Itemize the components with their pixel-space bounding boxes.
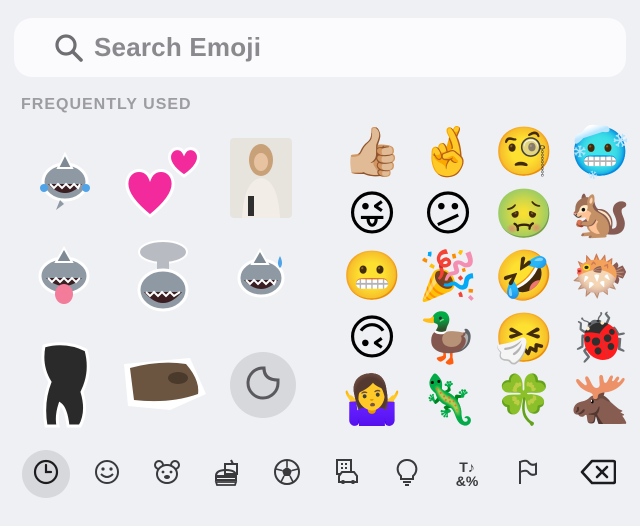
burger-drink-icon [213,458,241,491]
shark-mind-blown-sticker[interactable] [126,238,200,320]
emoji-key[interactable]: 🤞 [410,122,486,184]
sticker-grid [0,130,320,440]
emoji-key[interactable]: 😕 [410,184,486,246]
symbols-icon: T♪ &% [455,459,479,489]
building-car-icon [333,458,361,491]
emoji-key[interactable]: 🙃 [334,308,410,370]
emoji-key[interactable]: 🤧 [486,308,562,370]
dog-photo-sticker[interactable] [38,342,94,428]
flags-tab[interactable] [503,450,551,498]
person-photo-sticker[interactable] [228,136,294,220]
sticker-peel-icon [244,364,282,407]
emoji-key[interactable]: 🥶 [562,122,638,184]
clock-icon [33,459,59,490]
emoji-key[interactable]: 🫎 [562,370,638,432]
food-tab[interactable] [203,450,251,498]
backspace-icon [580,458,617,491]
recent-tab[interactable] [22,450,70,498]
emoji-key[interactable]: 😬 [334,246,410,308]
shark-tongue-sticker[interactable] [28,242,100,314]
symbols-tab[interactable]: T♪ &% [443,450,491,498]
emoji-key[interactable]: 🐿️ [562,184,638,246]
category-tab-bar: T♪ &% [0,444,640,504]
objects-tab[interactable] [383,450,431,498]
smileys-tab[interactable] [83,450,131,498]
emoji-key[interactable]: 🤣 [486,246,562,308]
search-icon [52,31,86,65]
shark-laughing-sticker[interactable] [30,144,100,214]
emoji-key[interactable]: 👍🏼 [334,122,410,184]
emoji-grid: 👍🏼 🤞 🧐 🥶 😜 😕 🤢 🐿️ 😬 🎉 🤣 🐡 🙃 🦆 🤧 🐞 🤷‍♀️ 🦎 🍀 🫎 [334,122,640,440]
emoji-key[interactable]: 😜 [334,184,410,246]
emoji-key[interactable]: 🐞 [562,308,638,370]
emoji-key[interactable]: 🤷‍♀️ [334,370,410,432]
search-placeholder: Search Emoji [94,32,262,62]
delete-key[interactable] [574,450,622,498]
emoji-key[interactable]: 🍀 [486,370,562,432]
emoji-key[interactable]: 🦆 [410,308,486,370]
smiley-icon [94,459,120,490]
activity-tab[interactable] [263,450,311,498]
shark-sweat-sticker[interactable] [226,242,296,314]
animals-tab[interactable] [143,450,191,498]
emoji-key[interactable]: 🐡 [562,246,638,308]
bear-icon [153,459,181,490]
emoji-search-field[interactable]: Search Emoji [14,18,626,77]
lightbulb-icon [395,458,419,491]
emoji-key[interactable]: 🤢 [486,184,562,246]
add-sticker-button[interactable] [230,352,296,418]
flag-icon [515,458,539,491]
soccer-ball-icon [273,458,301,491]
dog-lying-sticker[interactable] [120,354,208,414]
emoji-key[interactable]: 🎉 [410,246,486,308]
section-title: FREQUENTLY USED [21,96,192,113]
travel-tab[interactable] [323,450,371,498]
emoji-key[interactable]: 🧐 [486,122,562,184]
two-hearts-sticker[interactable] [120,140,206,220]
emoji-key[interactable]: 🦎 [410,370,486,432]
